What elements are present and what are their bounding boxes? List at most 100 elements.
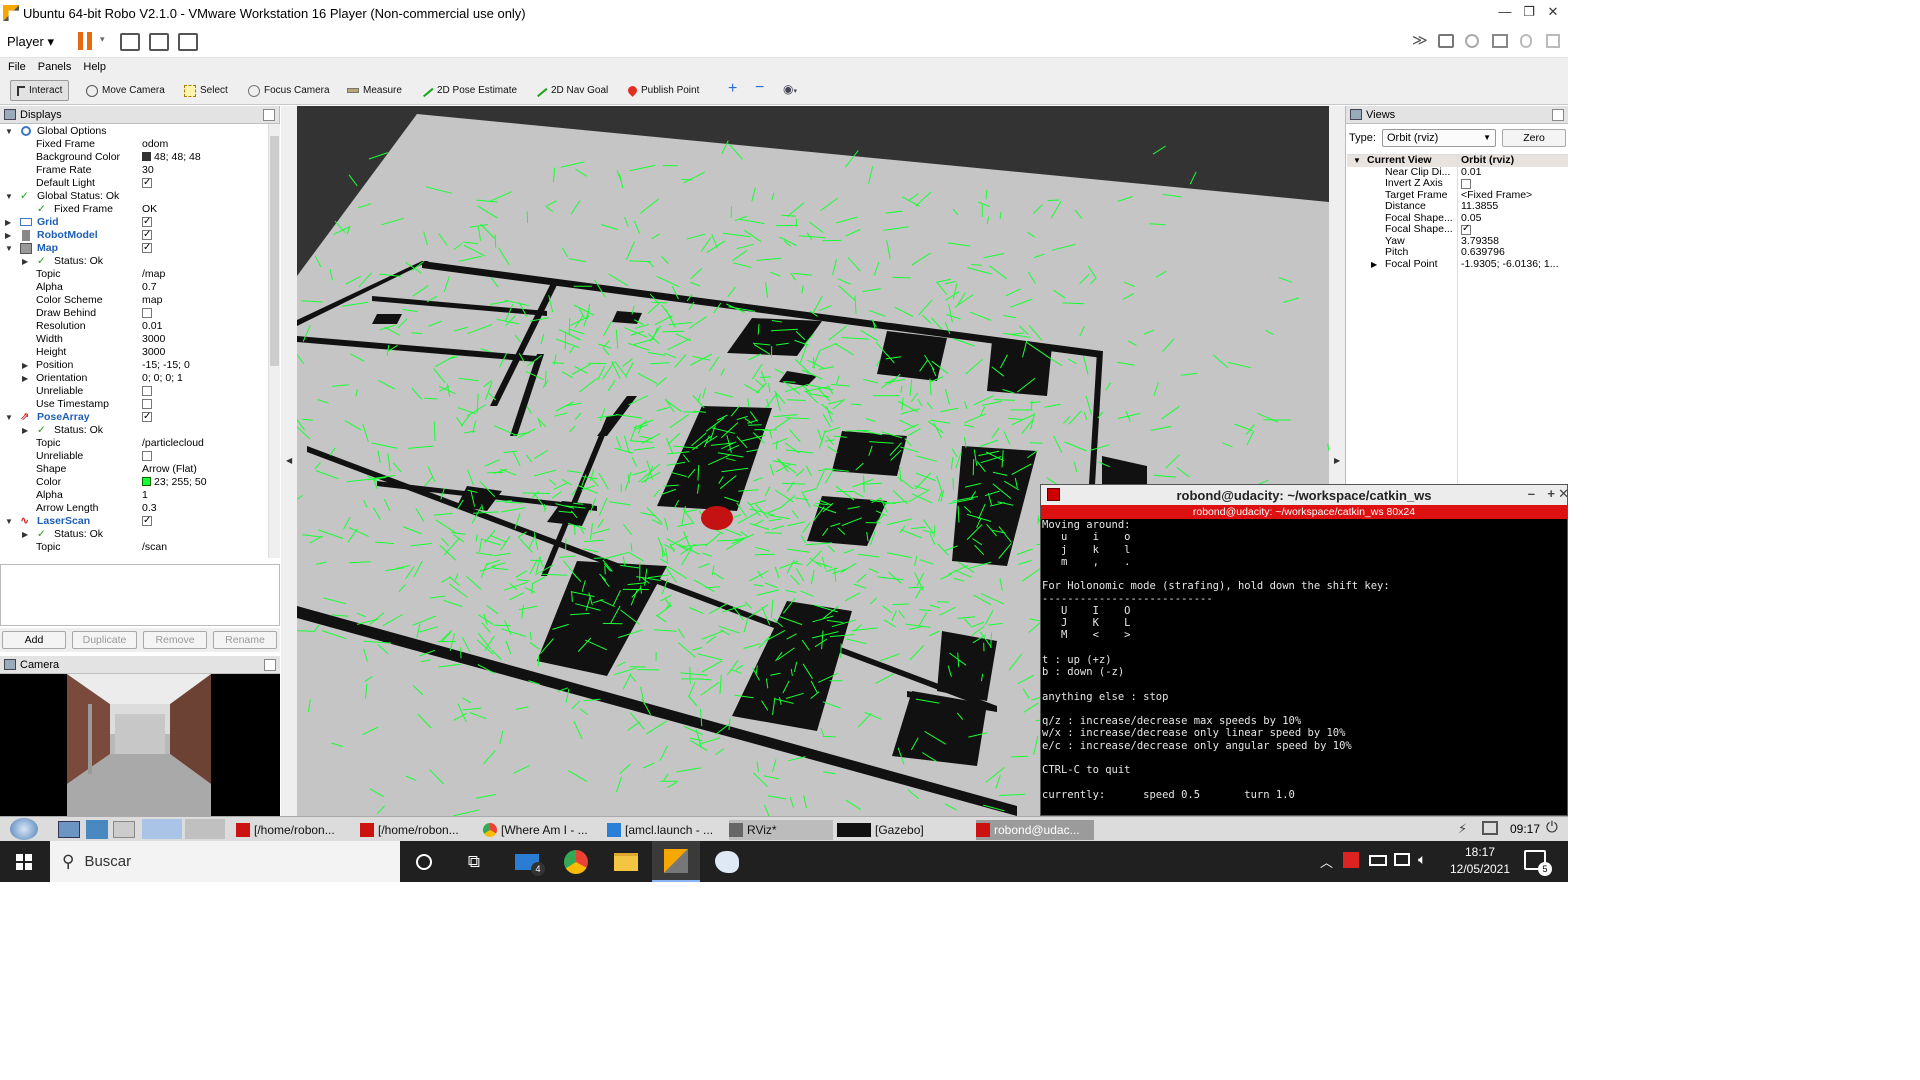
rename-button[interactable]: Rename (213, 631, 277, 649)
tray-app-icon[interactable] (1343, 852, 1359, 868)
checkbox[interactable] (142, 241, 152, 254)
browser-launcher-icon[interactable] (113, 821, 135, 838)
tree-row[interactable]: Resolution 0.01 (0, 320, 268, 333)
checkbox[interactable] (142, 514, 152, 527)
menu-file[interactable]: File (8, 61, 26, 73)
duplicate-button[interactable]: Duplicate (72, 631, 137, 649)
tool-select[interactable]: Select (178, 80, 234, 101)
show-hidden-icons[interactable]: ︿ (1320, 852, 1333, 871)
tree-row[interactable]: Unreliable (0, 385, 268, 398)
add-button[interactable]: Add (2, 631, 66, 649)
collapse-right-icon[interactable]: ▶ (1334, 456, 1340, 465)
sound-icon[interactable] (1546, 34, 1560, 48)
notifications-icon[interactable]: 5 (1524, 850, 1552, 876)
remove-tool-icon[interactable]: − (755, 79, 764, 97)
panel-close-icon[interactable] (263, 109, 275, 121)
tool-measure[interactable]: Measure (341, 80, 408, 101)
tree-row[interactable]: Alpha 1 (0, 489, 268, 502)
vmware-app[interactable] (652, 841, 700, 882)
tree-row[interactable]: Color Scheme map (0, 294, 268, 307)
guest-task[interactable]: robond@udac... (976, 820, 1094, 840)
send-ctrl-alt-del-icon[interactable] (120, 33, 140, 51)
battery-icon[interactable] (1369, 855, 1387, 866)
tree-row[interactable]: ▶ ✓ Status: Ok (0, 424, 268, 437)
minimize-icon[interactable]: — (1493, 4, 1517, 19)
devices-chevron-icon[interactable]: ≫ (1412, 31, 1428, 49)
paint-app[interactable] (703, 841, 751, 882)
guest-task[interactable]: [/home/robon... (360, 820, 480, 840)
tree-row[interactable]: Fixed Frame odom (0, 138, 268, 151)
mail-app[interactable]: 4 (503, 841, 551, 882)
tool-2d-nav-goal[interactable]: 2D Nav Goal (529, 80, 614, 101)
tree-row[interactable]: Width 3000 (0, 333, 268, 346)
tree-row[interactable]: Background Color 48; 48; 48 (0, 151, 268, 164)
restore-icon[interactable]: ❐ (1517, 4, 1541, 20)
tree-row[interactable]: ▼ ⇗ PoseArray (0, 410, 268, 424)
checkbox[interactable] (142, 410, 152, 423)
close-icon[interactable]: ✕ (1558, 486, 1568, 502)
tree-row[interactable]: Unreliable (0, 450, 268, 463)
displays-scrollbar[interactable] (268, 124, 280, 558)
minimize-icon[interactable]: – (1528, 486, 1535, 501)
checkbox[interactable] (142, 451, 152, 461)
remove-button[interactable]: Remove (143, 631, 207, 649)
file-explorer-app[interactable] (602, 841, 650, 882)
tree-row[interactable]: Topic/particlecloud (0, 437, 268, 450)
tree-row[interactable]: ▼ ✓ Global Status: Ok (0, 190, 268, 203)
file-manager-icon[interactable] (86, 820, 108, 839)
tool-interact[interactable]: Interact (10, 80, 70, 101)
checkbox[interactable] (142, 176, 152, 189)
terminal-titlebar[interactable]: robond@udacity: ~/workspace/catkin_ws – … (1041, 485, 1568, 505)
checkbox[interactable] (142, 228, 152, 241)
guest-task[interactable]: [amcl.launch - ... (607, 820, 727, 840)
tree-row[interactable]: Draw Behind (0, 307, 268, 320)
maximize-icon[interactable]: + (1547, 486, 1555, 501)
checkbox[interactable] (142, 215, 152, 228)
network-icon[interactable] (1394, 853, 1410, 866)
windows-clock[interactable]: 18:17 12/05/2021 (1440, 844, 1520, 878)
tree-row[interactable]: Default Light (0, 176, 268, 190)
tree-row[interactable]: Frame Rate 30 (0, 164, 268, 177)
tree-row[interactable]: ▼ Map (0, 241, 268, 255)
tree-row[interactable]: ▼ ∿ LaserScan (0, 514, 268, 528)
shutdown-icon[interactable]: ⏻ (1546, 819, 1558, 836)
hdd-icon[interactable] (1438, 34, 1454, 48)
left-splitter[interactable]: ◀ (281, 106, 297, 816)
workspace-1[interactable] (142, 819, 182, 839)
tree-row[interactable]: ▶ Orientation 0; 0; 0; 1 (0, 372, 268, 385)
tree-row[interactable]: Color 23; 255; 50 (0, 476, 268, 489)
tool-publish-point[interactable]: Publish Point (622, 80, 705, 101)
zero-button[interactable]: Zero (1502, 129, 1566, 147)
task-view-button[interactable]: ⧉ (450, 841, 498, 882)
scrollbar-thumb[interactable] (270, 136, 279, 366)
checkbox[interactable] (142, 399, 152, 409)
unity-icon[interactable] (178, 33, 198, 51)
tree-row[interactable]: Shape Arrow (Flat) (0, 463, 268, 476)
tree-row[interactable]: ▼ Global Options (0, 125, 268, 138)
panel-close-icon[interactable] (1552, 109, 1564, 121)
menu-panels[interactable]: Panels (38, 61, 72, 73)
windows-start-button[interactable] (0, 841, 48, 882)
workspace-2[interactable] (185, 819, 225, 839)
menu-help[interactable]: Help (83, 61, 106, 73)
tree-row[interactable]: ▶ ✓ Status: Ok (0, 255, 268, 268)
guest-task-active[interactable]: RViz* (729, 820, 833, 840)
guest-task[interactable]: [Where Am I - ... (483, 820, 603, 840)
tree-row[interactable]: Use Timestamp (0, 398, 268, 411)
guest-task[interactable]: [/home/robon... (236, 820, 356, 840)
panel-close-icon[interactable] (264, 659, 276, 671)
player-menu-button[interactable]: Player ▾ (7, 34, 54, 50)
tool-properties-icon[interactable]: ◉▾ (783, 82, 797, 96)
tree-row[interactable]: Topic/scan (0, 541, 268, 554)
terminal-window[interactable]: robond@udacity: ~/workspace/catkin_ws – … (1040, 484, 1568, 816)
cortana-button[interactable] (400, 841, 448, 882)
fullscreen-icon[interactable] (149, 33, 169, 51)
tree-row[interactable]: ▶ ✓ Status: Ok (0, 528, 268, 541)
network-icon[interactable] (1482, 821, 1498, 835)
desktop-icon[interactable] (58, 821, 80, 838)
collapse-left-icon[interactable]: ◀ (286, 456, 292, 465)
cd-icon[interactable] (1465, 34, 1479, 48)
tree-row[interactable]: ▶ RobotModel (0, 228, 268, 242)
checkbox[interactable] (1461, 179, 1471, 189)
tree-row[interactable]: Topic/map (0, 268, 268, 281)
